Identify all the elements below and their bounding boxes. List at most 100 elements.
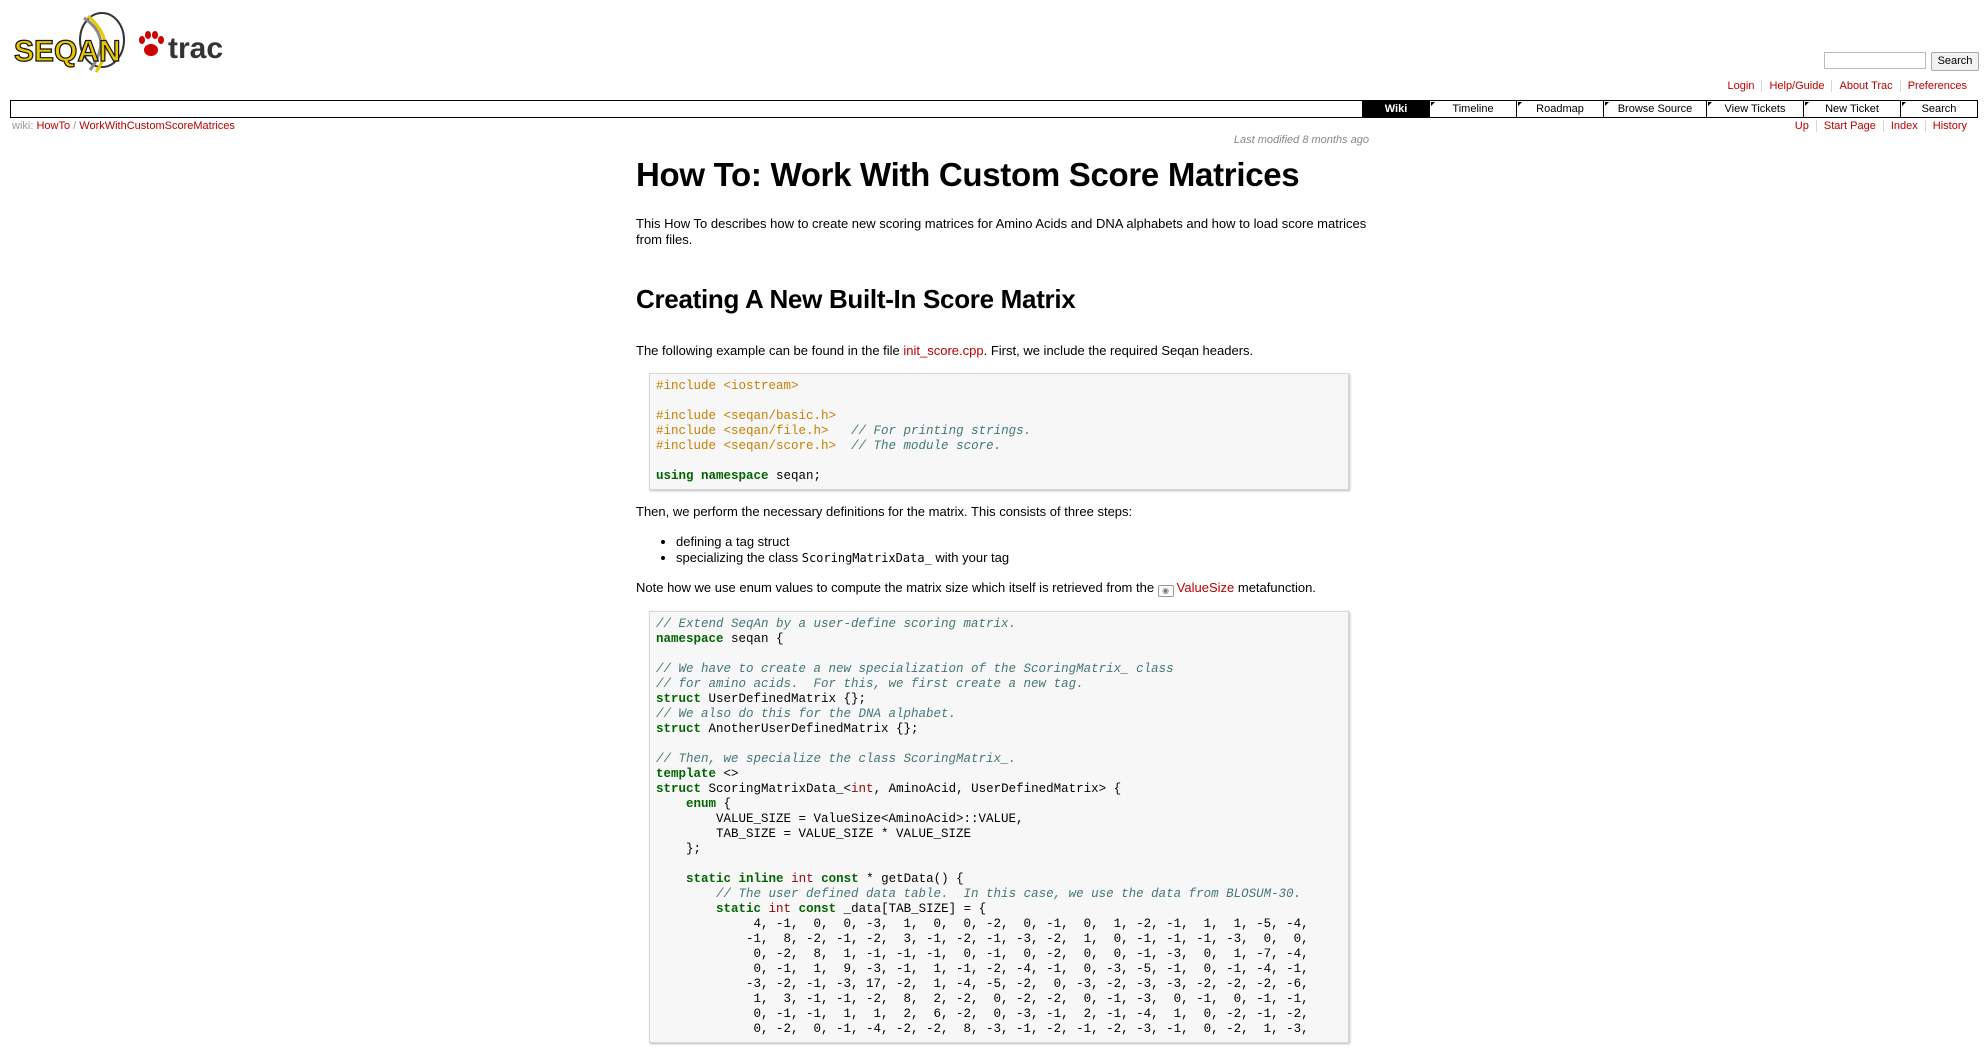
- up-link[interactable]: Up: [1795, 120, 1809, 132]
- code-block-matrix: // Extend SeqAn by a user-define scoring…: [649, 611, 1349, 1043]
- code-token: AnotherUserDefinedMatrix {};: [701, 722, 919, 736]
- nav-tab-view-tickets[interactable]: View Tickets: [1706, 101, 1803, 117]
- code-token: const: [821, 872, 859, 886]
- nav-tab-browse-source[interactable]: Browse Source: [1603, 101, 1706, 117]
- code-token: static inline: [686, 872, 784, 886]
- code-token: int: [851, 782, 874, 796]
- search-input[interactable]: [1824, 52, 1926, 69]
- section-heading: Creating A New Built-In Score Matrix: [636, 284, 1076, 314]
- code-token: _data[TAB_SIZE] = {: [836, 902, 987, 916]
- code-token: // Extend SeqAn by a user-define scoring…: [656, 617, 1017, 631]
- wiki-content: Last modified 8 months ago How To: Work …: [636, 134, 1369, 1057]
- code-token: , AminoAcid, UserDefinedMatrix> {: [873, 782, 1122, 796]
- about-trac-link[interactable]: About Trac: [1839, 80, 1892, 92]
- code-token: 0, -2, 0, -1, -4, -2, -2, 8, -3, -1, -2,…: [656, 1022, 1309, 1036]
- code-token: 0, -2, 8, 1, -1, -1, -1, 0, -1, 0, -2, 0…: [656, 947, 1309, 961]
- code-token: // The user defined data table. In this …: [716, 887, 1302, 901]
- code-token: // We have to create a new specializatio…: [656, 662, 1174, 676]
- code-token: #include <iostream>: [656, 379, 799, 393]
- code-token: #include <seqan/basic.h>: [656, 409, 837, 423]
- meta-navigation: Login Help/Guide About Trac Preferences: [1721, 80, 1974, 92]
- list-item: defining a tag struct: [676, 534, 1369, 550]
- code-token: -1, 8, -2, -1, -2, 3, -1, -2, -1, -3, -2…: [656, 932, 1309, 946]
- context-navigation: Up Start Page Index History: [1788, 120, 1974, 132]
- paw-icon: [139, 31, 164, 56]
- login-link[interactable]: Login: [1728, 80, 1755, 92]
- code-token: seqan {: [723, 632, 784, 646]
- code-token: seqan;: [768, 469, 822, 483]
- code-token: 0, -1, 1, 9, -3, -1, 1, -1, -2, -4, -1, …: [656, 962, 1309, 976]
- code-token: TAB_SIZE = VALUE_SIZE * VALUE_SIZE: [656, 827, 972, 841]
- code-token: ScoringMatrixData_<: [701, 782, 852, 796]
- history-link[interactable]: History: [1933, 120, 1967, 132]
- code-token: using namespace: [656, 469, 769, 483]
- logo-suffix: trac: [168, 32, 223, 65]
- breadcrumb-page-link[interactable]: WorkWithCustomScoreMatrices: [79, 120, 235, 132]
- code-token: // We also do this for the DNA alphabet.: [656, 707, 957, 721]
- search-button[interactable]: Search: [1931, 52, 1979, 71]
- code-token: struct: [656, 692, 702, 706]
- code-token: * getData() {: [858, 872, 964, 886]
- code-token: enum: [686, 797, 717, 811]
- seqan-trac-logo[interactable]: SEQAN trac: [14, 8, 230, 80]
- code-token: -3, -2, -1, -3, 17, -2, 1, -4, -5, -2, 0…: [656, 977, 1309, 991]
- list-item: specializing the class ScoringMatrixData…: [676, 550, 1369, 566]
- last-modified: Last modified 8 months ago: [1233, 134, 1369, 146]
- code-token: struct: [656, 782, 702, 796]
- code-token: #include <seqan/score.h>: [656, 439, 837, 453]
- code-token: const: [798, 902, 837, 916]
- code-token: int: [768, 902, 792, 916]
- nav-tab-timeline[interactable]: Timeline: [1429, 101, 1516, 117]
- index-link[interactable]: Index: [1891, 120, 1918, 132]
- breadcrumb-howto-link[interactable]: HowTo: [36, 120, 70, 132]
- code-token: // The module score.: [851, 439, 1002, 453]
- code-token: static: [716, 902, 762, 916]
- nav-tab-roadmap[interactable]: Roadmap: [1516, 101, 1603, 117]
- example-paragraph: The following example can be found in th…: [636, 343, 1254, 358]
- preferences-link[interactable]: Preferences: [1908, 80, 1967, 92]
- code-token: #include <seqan/file.h>: [656, 424, 829, 438]
- init-score-file-link[interactable]: init_score.cpp: [903, 343, 983, 358]
- code-token: };: [656, 842, 702, 856]
- code-token: 0, -1, -1, 1, 1, 2, 6, -2, 0, -3, -1, 2,…: [656, 1007, 1309, 1021]
- nav-tab-new-ticket[interactable]: New Ticket: [1803, 101, 1900, 117]
- code-token: struct: [656, 722, 702, 736]
- note-paragraph: Note how we use enum values to compute t…: [636, 580, 1316, 597]
- code-token: // for amino acids. For this, we first c…: [656, 677, 1084, 691]
- code-token: namespace: [656, 632, 724, 646]
- code-token: template: [656, 767, 717, 781]
- code-token: // For printing strings.: [851, 424, 1032, 438]
- code-token: 1, 3, -1, -1, -2, 8, 2, -2, 0, -2, -2, 0…: [656, 992, 1309, 1006]
- page-title: How To: Work With Custom Score Matrices: [636, 156, 1300, 193]
- breadcrumb: wiki: HowTo / WorkWithCustomScoreMatrice…: [12, 120, 235, 132]
- main-navigation: Wiki Timeline Roadmap Browse Source View…: [10, 100, 1978, 118]
- code-block-includes: #include <iostream> #include <seqan/basi…: [649, 373, 1349, 490]
- external-link-icon: ◉: [1157, 585, 1174, 597]
- code-token: VALUE_SIZE = ValueSize<AminoAcid>::VALUE…: [656, 812, 1024, 826]
- steps-list: defining a tag struct specializing the c…: [636, 534, 1369, 566]
- code-token: {: [716, 797, 732, 811]
- nav-tab-wiki[interactable]: Wiki: [1362, 101, 1429, 117]
- start-page-link[interactable]: Start Page: [1824, 120, 1876, 132]
- code-token: <>: [716, 767, 739, 781]
- help-guide-link[interactable]: Help/Guide: [1769, 80, 1824, 92]
- valuesize-link[interactable]: ValueSize: [1177, 580, 1235, 595]
- code-token: 4, -1, 0, 0, -3, 1, 0, 0, -2, 0, -1, 0, …: [656, 917, 1309, 931]
- definitions-paragraph: Then, we perform the necessary definitio…: [636, 504, 1133, 519]
- logo-text: SEQAN: [14, 35, 121, 68]
- nav-tab-search[interactable]: Search: [1900, 101, 1977, 117]
- code-token: int: [791, 872, 814, 886]
- code-token: UserDefinedMatrix {};: [701, 692, 867, 706]
- intro-paragraph: This How To describes how to create new …: [636, 216, 1367, 247]
- code-token: // Then, we specialize the class Scoring…: [656, 752, 1017, 766]
